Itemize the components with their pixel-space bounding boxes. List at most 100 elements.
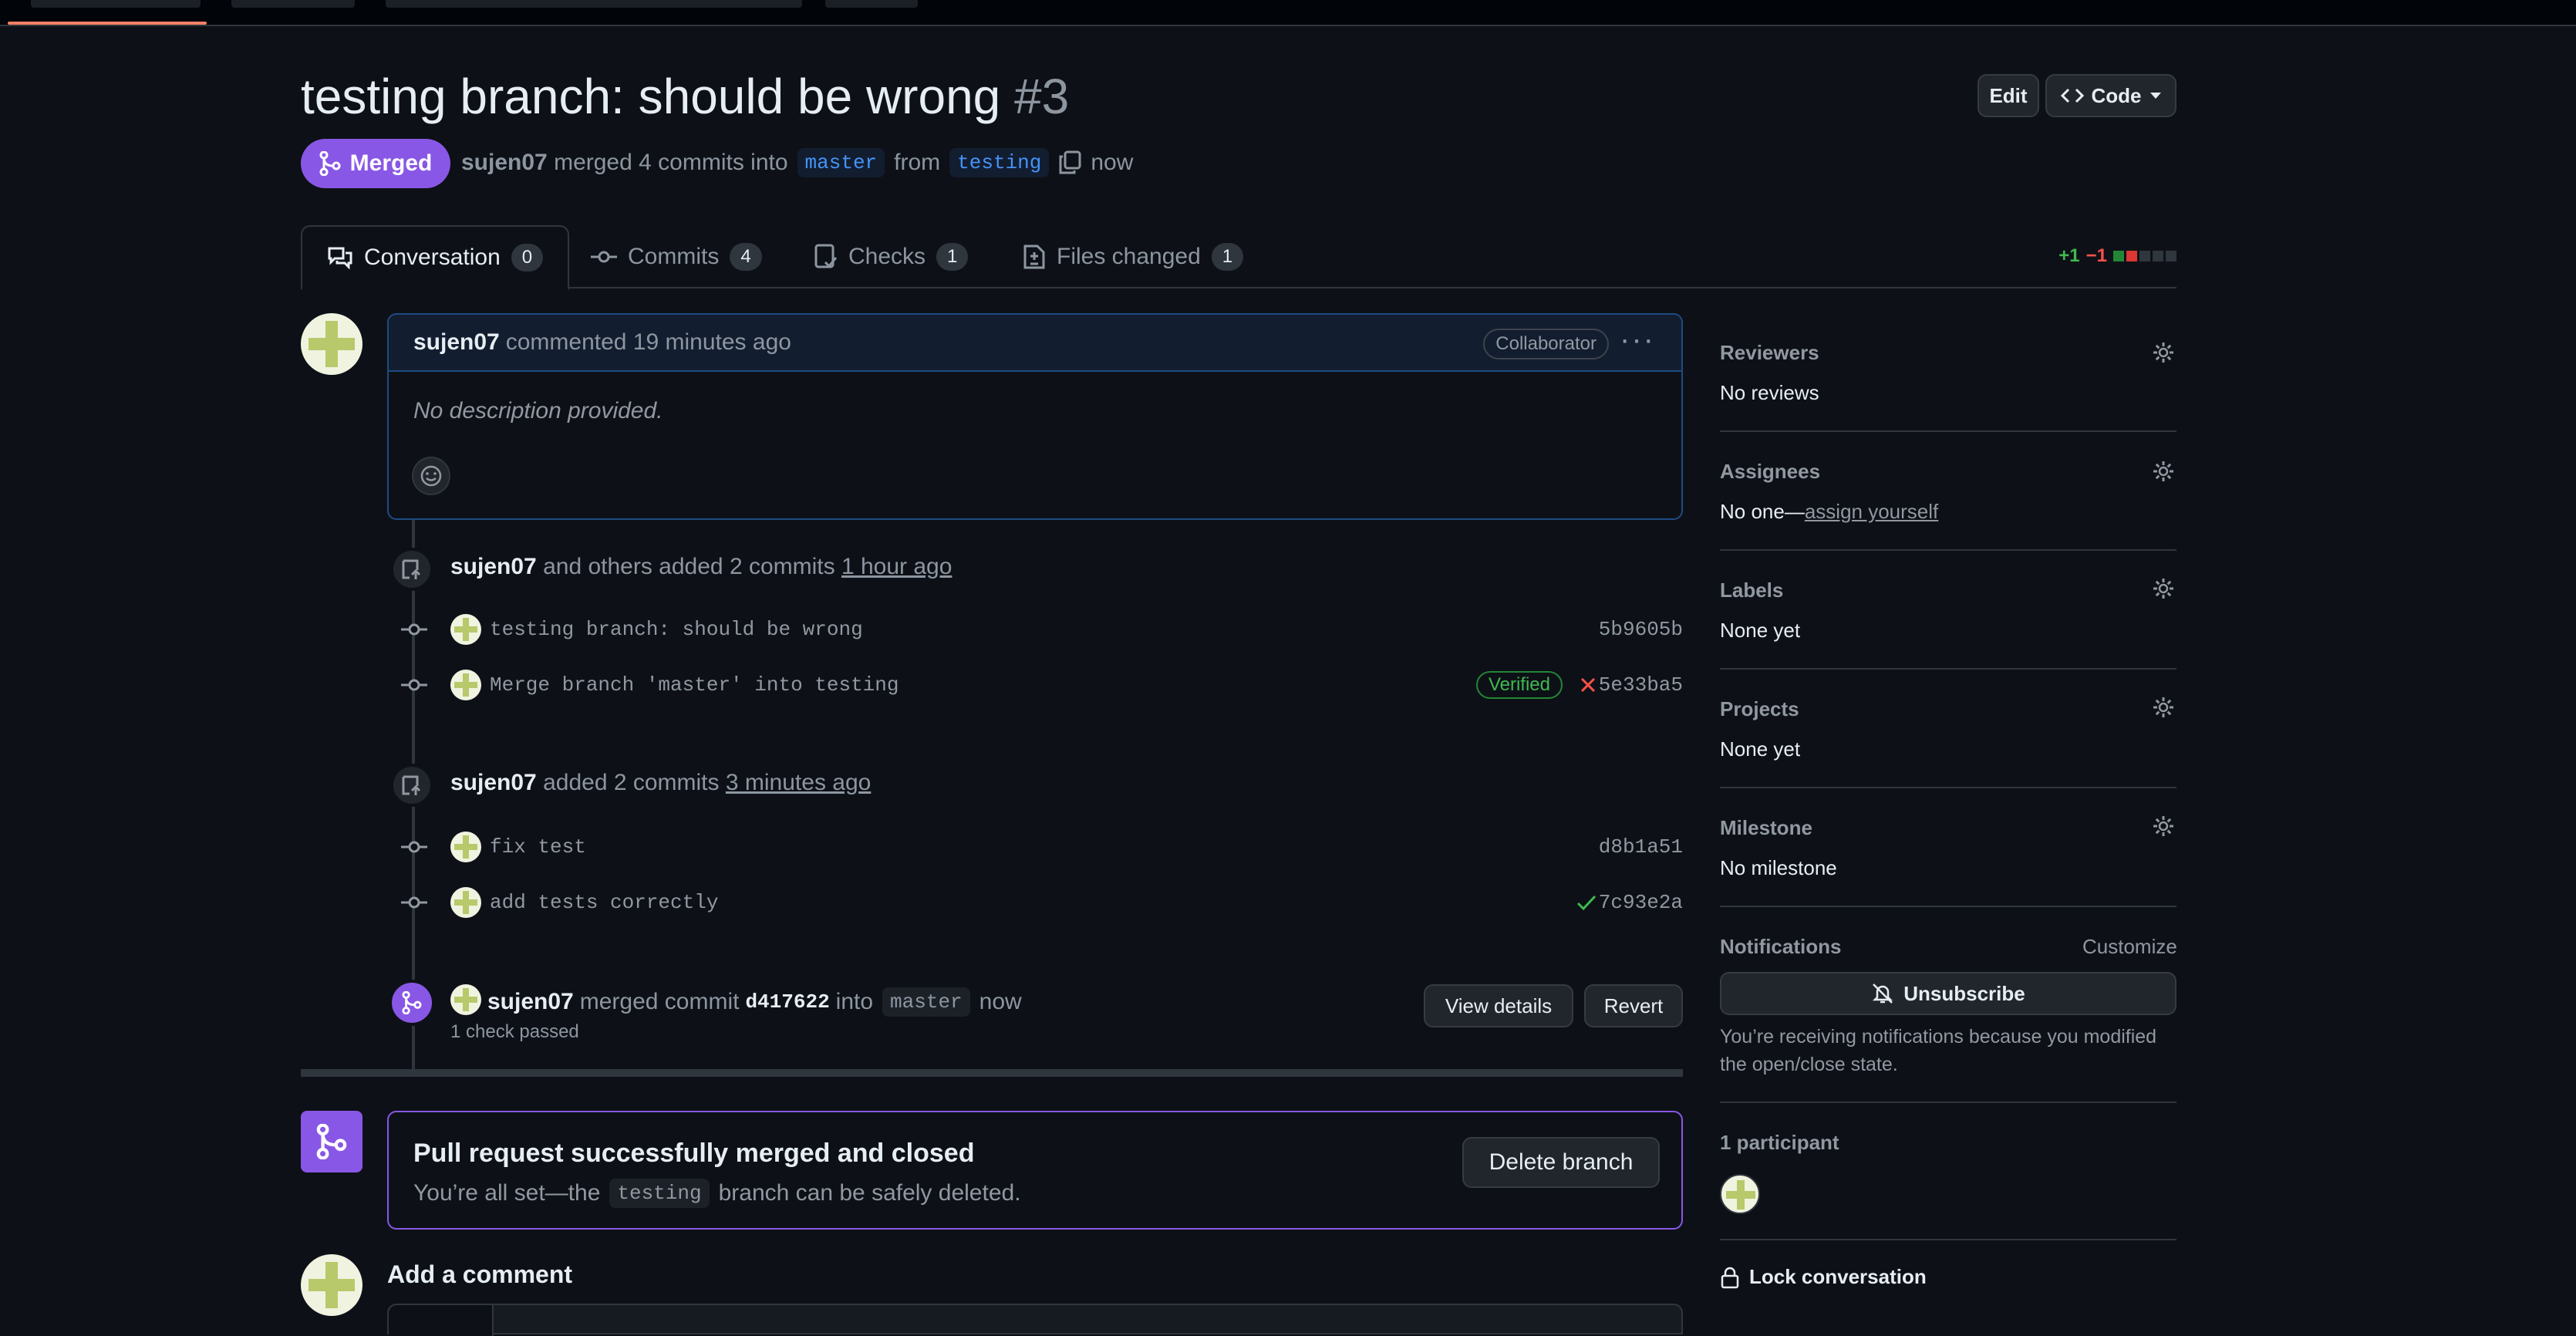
delete-branch-button[interactable]: Delete branch	[1462, 1137, 1660, 1188]
commit-message[interactable]: add tests correctly	[490, 891, 718, 914]
commit-message[interactable]: fix test	[490, 835, 586, 859]
comment-author-avatar[interactable]	[301, 313, 362, 375]
unsubscribe-button[interactable]: Unsubscribe	[1720, 972, 2176, 1015]
group2-author[interactable]: sujen07	[450, 770, 537, 795]
commit-message[interactable]: testing branch: should be wrong	[490, 618, 863, 641]
tab-files-changed[interactable]: Files changed 1	[1023, 225, 1244, 288]
merged-box: Pull request successfully merged and clo…	[387, 1111, 1683, 1230]
sidebar-divider	[1720, 787, 2176, 788]
commit-group-1-header: sujen07 and others added 2 commits 1 hou…	[450, 554, 952, 580]
merged-box-text-before: You’re all set—the	[413, 1180, 601, 1206]
assignees-label[interactable]: Assignees	[1720, 460, 1820, 484]
commit-group-2-header: sujen07 added 2 commits 3 minutes ago	[450, 770, 871, 796]
tab-files-changed-label: Files changed	[1057, 244, 1201, 269]
base-branch[interactable]: master	[797, 148, 885, 177]
sidebar-divider	[1720, 1102, 2176, 1103]
nav-item-code[interactable]	[31, 0, 201, 8]
page-title: testing branch: should be wrong #3	[301, 68, 1069, 125]
current-user-avatar[interactable]	[301, 1254, 362, 1316]
nav-item-pull-requests[interactable]	[386, 0, 802, 8]
tab-checks[interactable]: Checks 1	[814, 225, 969, 288]
group1-time[interactable]: 1 hour ago	[841, 554, 952, 579]
merged-box-branch[interactable]: testing	[609, 1179, 710, 1208]
code-icon	[2060, 88, 2084, 103]
check-success-icon[interactable]	[1576, 894, 1597, 911]
gear-icon[interactable]	[2152, 696, 2175, 719]
write-tab[interactable]	[389, 1305, 494, 1336]
merged-box-title: Pull request successfully merged and clo…	[413, 1139, 975, 1168]
timeline-end-divider	[301, 1069, 1683, 1077]
reviewers-label[interactable]: Reviewers	[1720, 341, 1819, 365]
tab-conversation-label: Conversation	[364, 245, 501, 270]
merge-text: merged commit	[579, 989, 740, 1014]
lock-icon	[1721, 1267, 1739, 1288]
gear-icon[interactable]	[2152, 577, 2175, 600]
projects-label[interactable]: Projects	[1720, 697, 1799, 721]
commit-row: testing branch: should be wrong 5b9605b	[387, 606, 1683, 653]
commit-author-avatar[interactable]	[450, 887, 481, 918]
commit-sha[interactable]: d8b1a51	[1599, 835, 1683, 859]
merge-commit-sha[interactable]: d417622	[745, 990, 829, 1014]
commit-message[interactable]: Merge branch 'master' into testing	[490, 673, 899, 697]
verified-badge[interactable]: Verified	[1475, 671, 1563, 699]
comment-action: commented 19 minutes ago	[505, 329, 791, 355]
unsubscribe-label: Unsubscribe	[1903, 981, 2025, 1005]
merge-target-branch[interactable]: master	[882, 987, 970, 1017]
participant-avatar[interactable]	[1720, 1174, 1760, 1214]
tab-commits[interactable]: Commits 4	[591, 225, 762, 288]
nav-item-actions[interactable]	[825, 0, 918, 8]
assignees-value: No one—assign yourself	[1720, 500, 1938, 524]
add-reaction-button[interactable]	[412, 457, 450, 495]
commit-sha[interactable]: 5e33ba5	[1599, 673, 1683, 697]
git-merge-icon	[319, 151, 341, 176]
merge-event-text: sujen07 merged commit d417622 into maste…	[487, 987, 1022, 1017]
git-commit-icon	[401, 841, 427, 853]
labels-label[interactable]: Labels	[1720, 579, 1783, 602]
assignees-none: No one—	[1720, 500, 1805, 523]
nav-item-issues[interactable]	[231, 0, 355, 8]
code-button[interactable]: Code	[2045, 74, 2176, 117]
copy-icon[interactable]	[1058, 150, 1081, 175]
merged-status-badge: Merged	[301, 139, 450, 188]
comment-discussion-icon	[328, 247, 352, 269]
gear-icon[interactable]	[2152, 460, 2175, 483]
group2-text: added 2 commits	[543, 770, 720, 795]
lock-conversation-button[interactable]: Lock conversation	[1720, 1265, 1927, 1289]
gear-icon[interactable]	[2152, 341, 2175, 364]
merge-author[interactable]: sujen07	[487, 989, 574, 1015]
x-failure-icon[interactable]	[1580, 676, 1597, 693]
git-merge-icon	[402, 991, 422, 1014]
milestone-label[interactable]: Milestone	[1720, 816, 1812, 840]
commit-author-avatar[interactable]	[450, 832, 481, 862]
comment-author[interactable]: sujen07	[413, 329, 500, 356]
sidebar-divider	[1720, 430, 2176, 432]
merge-author-avatar[interactable]	[450, 984, 481, 1015]
smiley-icon	[420, 465, 442, 487]
pr-author-link[interactable]: sujen07	[461, 150, 548, 176]
commit-author-avatar[interactable]	[450, 670, 481, 700]
git-commit-icon	[401, 896, 427, 909]
group2-time[interactable]: 3 minutes ago	[726, 770, 871, 795]
commit-author-avatar[interactable]	[450, 614, 481, 645]
comment-editor[interactable]	[387, 1304, 1683, 1336]
edit-label: Edit	[1989, 83, 2028, 107]
checks-passed-text[interactable]: 1 check passed	[450, 1021, 579, 1043]
commit-sha[interactable]: 5b9605b	[1599, 618, 1683, 641]
diffstat-additions: +1	[2058, 245, 2080, 266]
assign-yourself-link[interactable]: assign yourself	[1805, 500, 1938, 523]
tab-files-changed-count: 1	[1211, 243, 1244, 271]
merge-time: now	[979, 989, 1022, 1014]
customize-notifications-link[interactable]: Customize	[2082, 935, 2177, 959]
tab-conversation[interactable]: Conversation 0	[301, 225, 570, 290]
git-merge-icon	[316, 1124, 347, 1159]
gear-icon[interactable]	[2152, 815, 2175, 838]
kebab-menu-icon[interactable]: ···	[1620, 322, 1655, 357]
pr-tabs: Conversation 0 Commits 4 Checks 1 Files …	[301, 225, 2176, 290]
bell-slash-icon	[1873, 983, 1893, 1004]
view-details-button[interactable]: View details	[1424, 984, 1573, 1027]
group1-author[interactable]: sujen07	[450, 554, 537, 579]
commit-sha[interactable]: 7c93e2a	[1599, 891, 1683, 914]
revert-button[interactable]: Revert	[1584, 984, 1683, 1027]
head-branch[interactable]: testing	[949, 148, 1050, 177]
edit-button[interactable]: Edit	[1978, 74, 2039, 117]
